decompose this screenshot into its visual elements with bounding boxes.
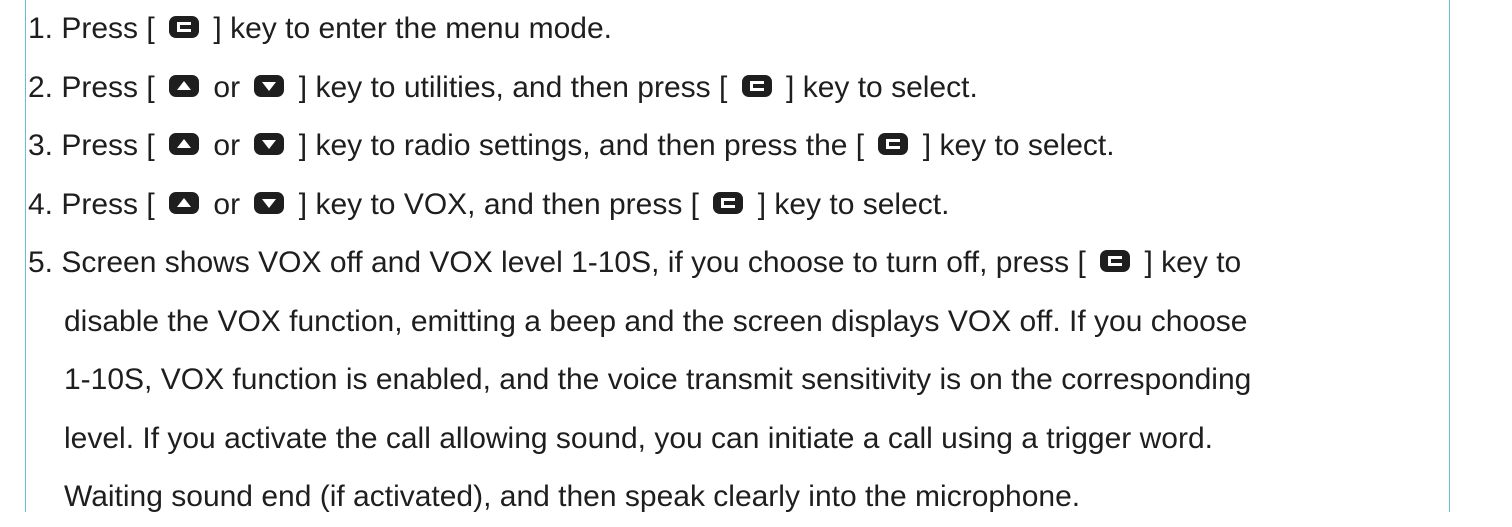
step-text: ] key to select.: [922, 129, 1115, 162]
menu-key-icon: [878, 133, 909, 156]
step-1: 1. Press [ ] key to enter the menu mode.: [28, 0, 1498, 59]
step-text: ] key to radio settings, and then press …: [298, 129, 865, 162]
step-number: 4.: [28, 187, 54, 221]
step-number: 2.: [28, 70, 54, 104]
step-text: Press [: [53, 187, 155, 221]
step-number: 5.: [28, 246, 54, 279]
step-text: Press [: [53, 70, 155, 104]
menu-key-icon: [713, 191, 744, 214]
step-text: or: [205, 129, 249, 162]
step-text: ] key to VOX, and then press [: [298, 187, 699, 221]
down-key-icon: [254, 191, 285, 214]
step-5-continuation: disable the VOX function, emitting a bee…: [64, 304, 1248, 338]
step-3: 3. Press [ or ] key to radio settings, a…: [28, 117, 1498, 176]
menu-key-icon: [1100, 250, 1131, 273]
step-2: 2. Press [ or ] key to utilities, and th…: [28, 59, 1498, 118]
step-5-continuation: 1-10S, VOX function is enabled, and the …: [64, 363, 1252, 396]
step-text: ] key to select.: [757, 187, 950, 221]
menu-key-icon: [169, 16, 200, 39]
step-text: Press [: [53, 129, 155, 162]
up-key-icon: [169, 133, 200, 156]
step-text: ] key to utilities, and then press [: [298, 70, 728, 104]
step-5-continuation: Waiting sound end (if activated), and th…: [64, 480, 1081, 513]
step-text: Press [: [53, 12, 155, 45]
instruction-steps: 1. Press [ ] key to enter the menu mode.…: [28, 0, 1498, 527]
step-number: 1.: [28, 12, 54, 45]
step-5: 5. Screen shows VOX off and VOX level 1-…: [28, 234, 1498, 293]
step-text: or: [205, 187, 249, 221]
step-4: 4. Press [ or ] key to VOX, and then pre…: [28, 176, 1498, 235]
step-text: Screen shows VOX off and VOX level 1-10S…: [53, 246, 1086, 279]
up-key-icon: [169, 74, 200, 97]
up-key-icon: [169, 191, 200, 214]
step-number: 3.: [28, 129, 54, 162]
down-key-icon: [254, 74, 285, 97]
menu-key-icon: [741, 74, 772, 97]
down-key-icon: [254, 133, 285, 156]
page-margin-guide-left: [25, 0, 26, 512]
step-text: ] key to: [1144, 246, 1242, 279]
step-5-continuation: level. If you activate the call allowing…: [64, 421, 1213, 455]
step-text: ] key to enter the menu mode.: [213, 12, 612, 45]
step-text: or: [205, 70, 249, 104]
step-text: ] key to select.: [786, 70, 978, 104]
